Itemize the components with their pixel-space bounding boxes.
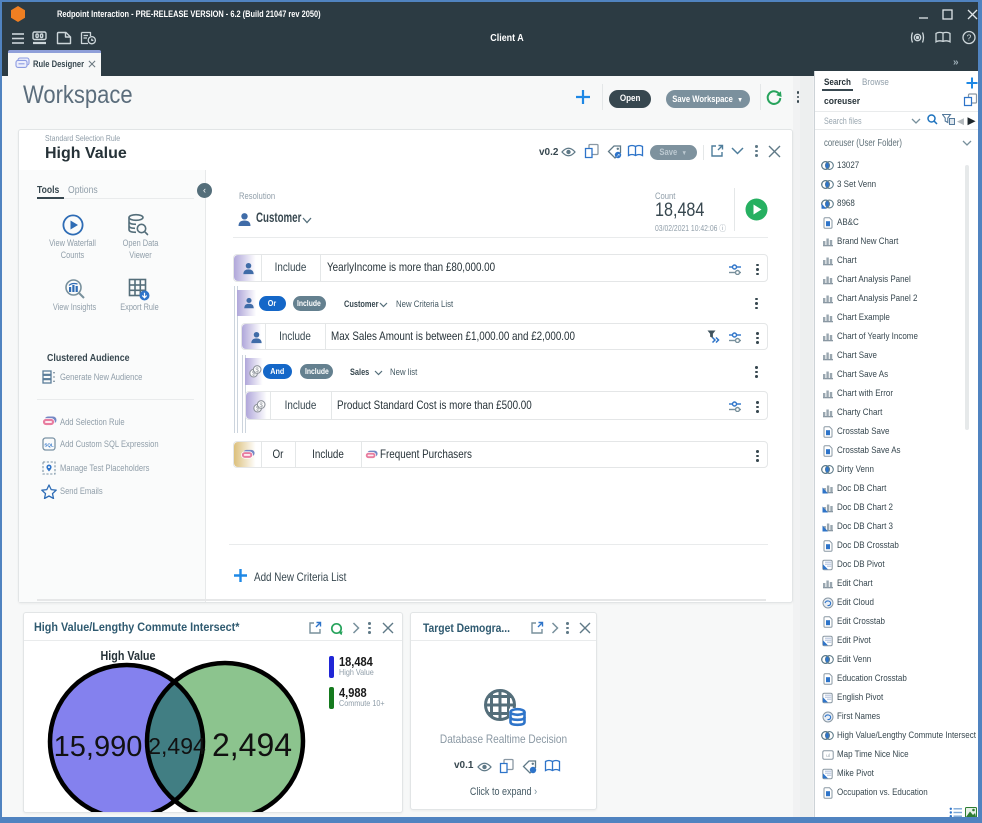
- svg-text:2,494: 2,494: [212, 727, 292, 763]
- svg-text:?: ?: [967, 33, 972, 43]
- svg-text:15,990: 15,990: [54, 731, 143, 763]
- svg-text:↗: ↗: [616, 153, 620, 159]
- svg-text:SQL: SQL: [44, 442, 54, 447]
- svg-text:2,494: 2,494: [148, 733, 206, 759]
